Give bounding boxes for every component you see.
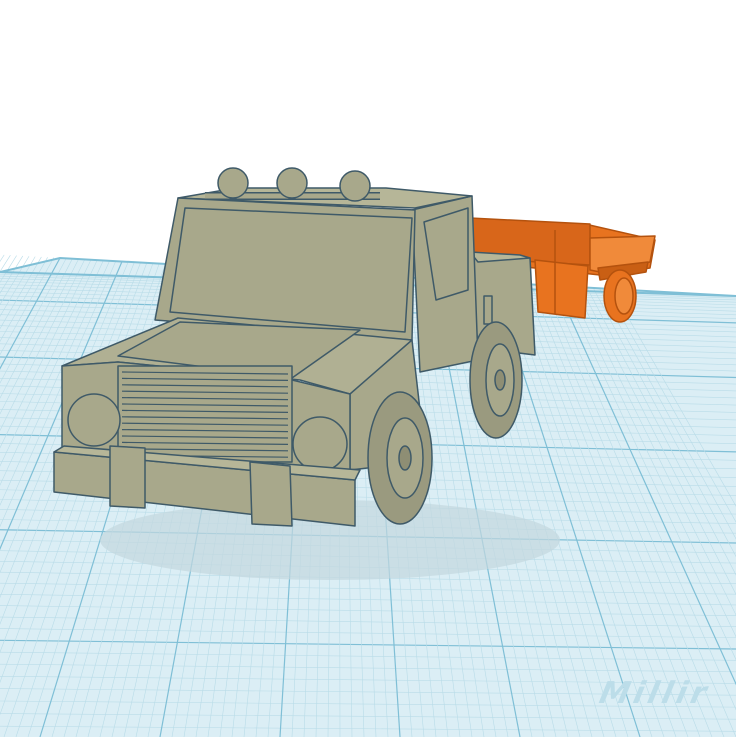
roof-light-1 <box>217 167 249 199</box>
bumper-guard-right <box>249 461 293 527</box>
trailer-side-panel <box>534 259 589 319</box>
trailer-wheel-rim <box>614 277 634 315</box>
right-headlight <box>292 416 348 472</box>
roof-light-3 <box>339 170 371 202</box>
bumper-guard-left <box>109 445 146 509</box>
3d-viewport[interactable]: Millir <box>0 0 736 737</box>
rear-wheel <box>469 321 523 439</box>
door-handle <box>483 295 493 325</box>
windshield <box>169 207 413 333</box>
front-wheel <box>367 391 433 525</box>
roof-light-2 <box>276 167 308 199</box>
left-headlight <box>67 393 121 447</box>
scene-canvas[interactable] <box>0 0 736 737</box>
